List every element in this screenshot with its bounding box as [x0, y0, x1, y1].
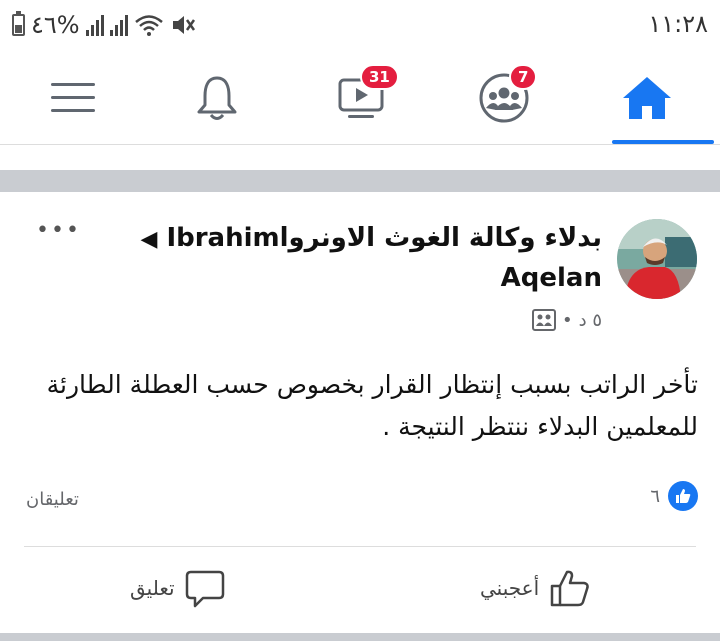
group-privacy-icon: [531, 309, 556, 331]
tab-watch[interactable]: 31: [316, 60, 406, 136]
clock: ١١:٢٨: [648, 10, 708, 38]
divider: [0, 144, 720, 145]
status-icons: %٤٦: [12, 10, 196, 40]
post-meta: ٥ د •: [531, 309, 602, 331]
like-label: أعجبني: [480, 576, 540, 600]
group-name[interactable]: بدلاء وكالة الغوث الاونروا: [280, 223, 602, 253]
author-first-name[interactable]: Ibrahim: [166, 223, 279, 253]
post-time[interactable]: ٥ د: [579, 310, 602, 331]
tab-menu[interactable]: [28, 60, 118, 136]
post-text: تأخر الراتب بسبب إنتظار القرار بخصوص حسب…: [46, 370, 698, 441]
battery-icon: [12, 11, 25, 36]
dot-separator: •: [561, 309, 573, 331]
reactions-summary[interactable]: ٦: [650, 481, 698, 511]
comment-label: تعليق: [130, 576, 175, 600]
like-button[interactable]: أعجبني: [480, 568, 591, 608]
more-options-button[interactable]: •••: [36, 218, 81, 243]
author-last-name[interactable]: Aqelan: [501, 263, 602, 293]
status-bar: %٤٦ ١١:٢٨: [0, 0, 720, 52]
wifi-icon: [134, 15, 163, 36]
tab-groups[interactable]: 7: [459, 60, 549, 136]
battery-percent: %٤٦: [31, 11, 80, 39]
mute-icon: [172, 16, 195, 34]
comment-button[interactable]: تعليق: [130, 568, 225, 608]
tab-home[interactable]: [602, 60, 692, 136]
post-author-line[interactable]: بدلاء وكالة الغوث الاونرواIbrahim ◀: [140, 223, 602, 253]
home-icon: [623, 77, 671, 119]
like-reaction-icon: [668, 481, 698, 511]
avatar[interactable]: [617, 219, 697, 299]
watch-badge: 31: [360, 64, 399, 90]
tab-bar: 31 7: [0, 52, 720, 144]
bell-icon: [197, 76, 237, 120]
hamburger-menu-icon: [51, 83, 95, 112]
comments-count[interactable]: تعليقان: [26, 489, 79, 510]
thumbs-up-icon: [550, 570, 589, 607]
comment-bubble-icon: [185, 570, 224, 608]
arrow-left-icon: ◀: [140, 227, 158, 252]
feed-separator: [0, 170, 720, 192]
reactions-count: ٦: [650, 485, 660, 507]
groups-badge: 7: [509, 64, 538, 90]
feed-separator-bottom: [0, 633, 720, 641]
signal-icon-2: [109, 14, 128, 36]
signal-icon: [85, 14, 104, 36]
tab-notifications[interactable]: [172, 60, 262, 136]
actions-divider: [24, 546, 696, 547]
profile-photo: [617, 219, 697, 299]
